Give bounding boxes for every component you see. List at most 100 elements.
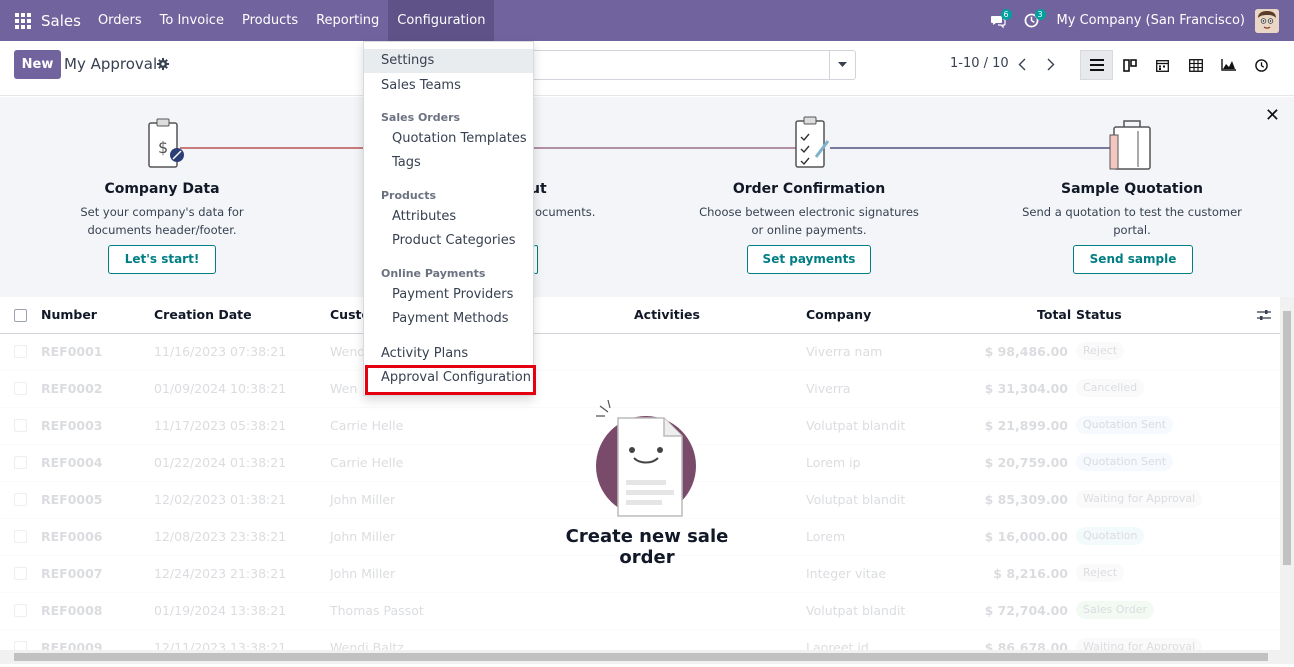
column-total[interactable]: Total: [1037, 307, 1071, 322]
activity-view-button[interactable]: [1245, 50, 1278, 80]
column-creation-date[interactable]: Creation Date: [154, 307, 252, 322]
step-description: Send a quotation to test the customer po…: [1022, 205, 1242, 237]
search-options-toggle[interactable]: [829, 51, 855, 79]
list-header: Number Creation Date Custo Activities Co…: [0, 297, 1280, 334]
row-checkbox[interactable]: [14, 382, 27, 395]
activities-button[interactable]: 3: [1015, 0, 1049, 41]
menu-item-settings[interactable]: Settings: [364, 49, 533, 73]
app-name[interactable]: Sales: [41, 12, 81, 30]
systray: 6 3 My Company (San Francisco): [981, 0, 1294, 41]
step-title: Order Confirmation: [732, 181, 886, 197]
view-switcher: [1080, 50, 1278, 80]
menu-item-product-categories[interactable]: Product Categories: [364, 229, 533, 253]
user-avatar[interactable]: [1255, 8, 1279, 33]
vertical-scrollbar[interactable]: [1280, 297, 1294, 650]
menu-item-payment-methods[interactable]: Payment Methods: [364, 307, 533, 331]
breadcrumb-title: My Approval: [64, 55, 158, 73]
optional-columns-icon[interactable]: [1257, 309, 1271, 321]
apps-menu-icon[interactable]: [15, 12, 31, 29]
menu-item-quotation-templates[interactable]: Quotation Templates: [364, 127, 533, 151]
row-checkbox[interactable]: [14, 493, 27, 506]
menu-section-online-payments: Online Payments: [381, 267, 486, 280]
cell-date: 01/19/2024 13:38:21: [154, 603, 287, 618]
status-badge: Quotation Sent: [1076, 453, 1174, 471]
messages-button[interactable]: 6: [981, 0, 1015, 41]
pager-next-button[interactable]: [1037, 50, 1065, 78]
kanban-view-button[interactable]: [1113, 50, 1146, 80]
calendar-icon: [1156, 59, 1169, 72]
empty-state-title: Create new sale order: [565, 526, 729, 568]
nav-reporting[interactable]: Reporting: [307, 0, 388, 41]
nav-to-invoice[interactable]: To Invoice: [151, 0, 233, 41]
column-status[interactable]: Status: [1076, 307, 1122, 322]
step-description: Set your company's data for documents he…: [80, 205, 244, 237]
menu-item-attributes[interactable]: Attributes: [364, 205, 533, 229]
cell-total: $ 20,759.00: [984, 455, 1068, 470]
status-badge: Waiting for Approval: [1076, 490, 1203, 508]
nav-products[interactable]: Products: [233, 0, 307, 41]
user-face-icon: [1255, 8, 1279, 33]
customize-button[interactable]: [534, 245, 538, 274]
graph-view-button[interactable]: [1212, 50, 1245, 80]
list-icon: [1089, 59, 1104, 71]
menu-item-sales-teams[interactable]: Sales Teams: [364, 74, 533, 98]
cell-date: 12/08/2023 23:38:21: [154, 529, 287, 544]
select-all-checkbox[interactable]: [14, 309, 27, 322]
menu-section-products: Products: [381, 189, 437, 202]
cell-date: 01/09/2024 10:38:21: [154, 381, 287, 396]
set-payments-button[interactable]: Set payments: [747, 245, 871, 274]
cell-customer: Wend: [330, 344, 366, 359]
menu-item-activity-plans[interactable]: Activity Plans: [364, 342, 533, 366]
column-company[interactable]: Company: [806, 307, 871, 322]
new-button[interactable]: New: [14, 50, 61, 79]
horizontal-scrollbar[interactable]: [0, 650, 1294, 664]
cell-customer: John Miller: [330, 529, 396, 544]
pager-previous-button[interactable]: [1008, 50, 1036, 78]
row-checkbox[interactable]: [14, 456, 27, 469]
cell-total: $ 85,309.00: [984, 492, 1068, 507]
row-checkbox[interactable]: [14, 530, 27, 543]
menu-item-payment-providers[interactable]: Payment Providers: [364, 283, 533, 307]
row-checkbox[interactable]: [14, 345, 27, 358]
cell-number: REF0007: [41, 566, 103, 581]
status-badge: Reject: [1076, 564, 1125, 582]
row-checkbox[interactable]: [14, 567, 27, 580]
cell-total: $ 8,216.00: [993, 566, 1068, 581]
clock-icon: [1255, 58, 1268, 72]
search-input[interactable]: [520, 50, 856, 80]
cell-company: Volutpat blandit: [806, 603, 906, 618]
chevron-left-icon: [1018, 58, 1026, 70]
lets-start-button[interactable]: Let's start!: [108, 245, 216, 274]
column-number[interactable]: Number: [41, 307, 97, 322]
progress-line: [180, 147, 375, 149]
nav-configuration[interactable]: Configuration: [388, 0, 495, 41]
close-onboarding-icon[interactable]: ✕: [1265, 105, 1280, 126]
row-checkbox[interactable]: [14, 604, 27, 617]
company-switcher[interactable]: My Company (San Francisco): [1057, 13, 1245, 28]
table-row[interactable]: REF0001 11/16/2023 07:38:21 Wend Viverra…: [0, 334, 1280, 371]
menu-item-tags[interactable]: Tags: [364, 151, 533, 175]
cell-company: Volutpat blandit: [806, 418, 906, 433]
cell-company: Lorem: [806, 529, 846, 544]
pager-value[interactable]: 1-10 / 10: [950, 56, 1009, 71]
list-view-button[interactable]: [1080, 50, 1113, 80]
calendar-view-button[interactable]: [1146, 50, 1179, 80]
table-row[interactable]: REF0008 01/19/2024 13:38:21 Thomas Passo…: [0, 593, 1280, 630]
area-chart-icon: [1221, 59, 1236, 71]
cell-date: 11/17/2023 05:38:21: [154, 418, 287, 433]
cell-company: Viverra: [806, 381, 851, 396]
column-activities[interactable]: Activities: [634, 307, 700, 322]
pivot-view-button[interactable]: [1179, 50, 1212, 80]
nav-orders[interactable]: Orders: [89, 0, 151, 41]
cell-total: $ 72,704.00: [984, 603, 1068, 618]
gear-icon[interactable]: [157, 58, 169, 70]
progress-line: [532, 147, 802, 149]
activities-count-badge: 3: [1034, 9, 1046, 20]
send-sample-button[interactable]: Send sample: [1073, 245, 1193, 274]
row-checkbox[interactable]: [14, 419, 27, 432]
top-navbar: Sales Orders To Invoice Products Reporti…: [0, 0, 1294, 41]
messages-count-badge: 6: [1000, 9, 1012, 20]
highlight-box: [365, 365, 536, 395]
cell-date: 11/16/2023 07:38:21: [154, 344, 287, 359]
cell-date: 12/02/2023 01:38:21: [154, 492, 287, 507]
